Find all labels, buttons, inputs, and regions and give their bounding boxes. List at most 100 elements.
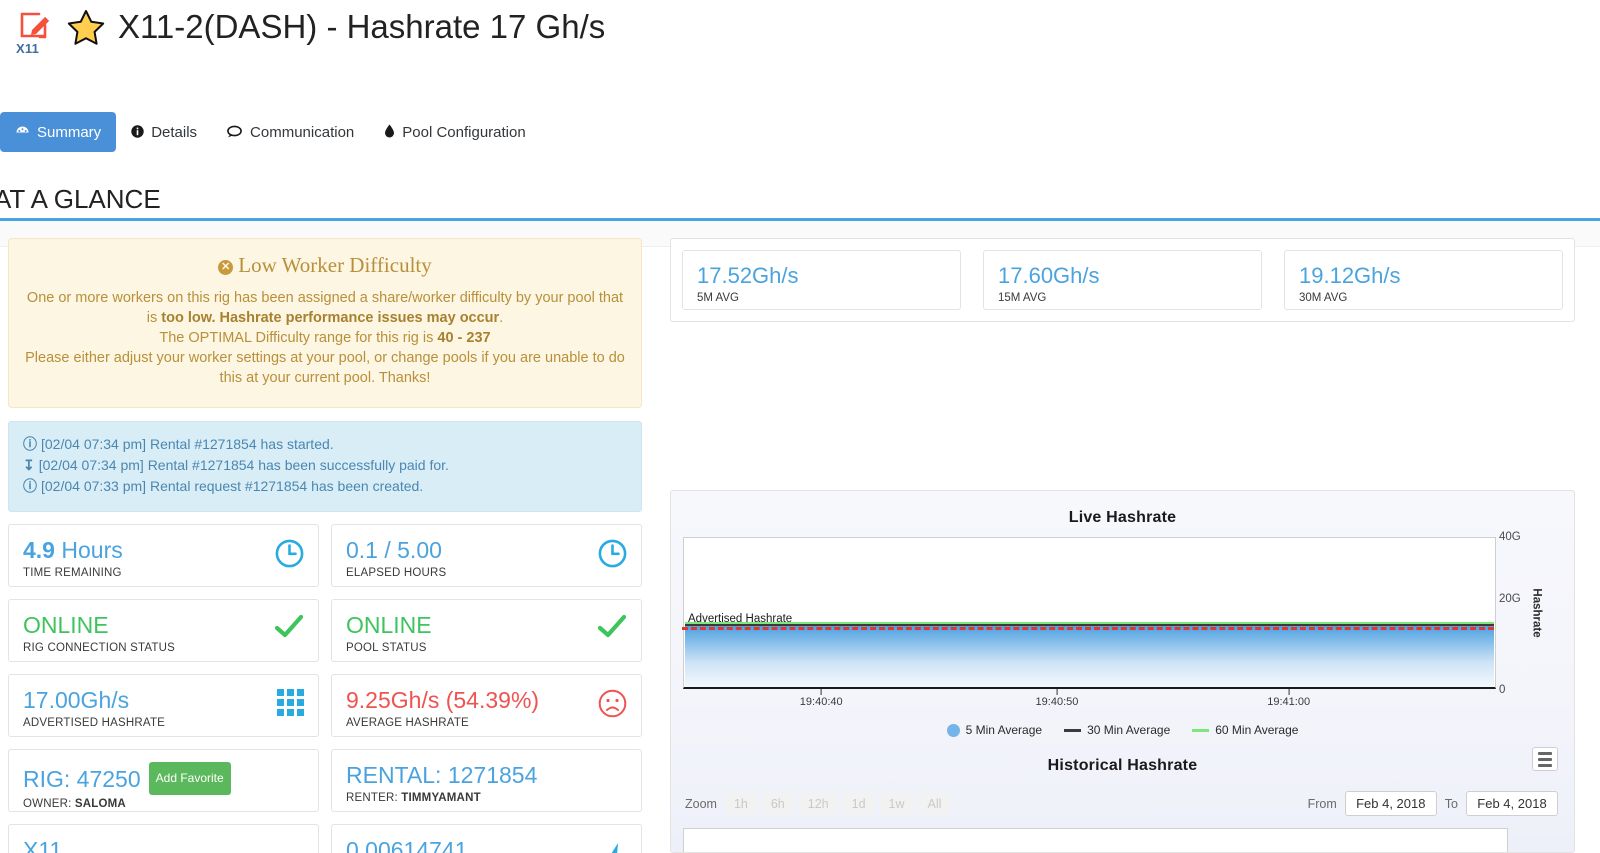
zoom-label: Zoom xyxy=(685,796,717,811)
tab-bar: Summary Details Communication Pool Confi… xyxy=(0,112,1600,153)
stat-card-elapsed-hours: 0.1 / 5.00 ELAPSED HOURS xyxy=(331,524,642,587)
grid-icon xyxy=(277,689,304,716)
historical-hashrate-title: Historical Hashrate xyxy=(1047,757,1198,774)
to-date-input[interactable]: Feb 4, 2018 xyxy=(1466,791,1558,816)
alert-line3: Please either adjust your worker setting… xyxy=(25,350,625,386)
low-worker-difficulty-alert: ✕ Low Worker Difficulty One or more worke… xyxy=(8,238,642,408)
legend-item-60-min-average[interactable]: 60 Min Average xyxy=(1192,723,1298,737)
x-tick-label: 19:40:40 xyxy=(799,696,843,708)
alert-body: One or more workers on this rig has been… xyxy=(25,288,625,388)
x-tick-label: 19:41:00 xyxy=(1267,696,1311,708)
x-tick-label: 19:40:50 xyxy=(1035,696,1079,708)
tab-details-label: Details xyxy=(151,123,198,141)
advertised-hashrate-line xyxy=(682,627,1494,630)
stat-value: X11 xyxy=(23,837,63,853)
edit-pencil-icon[interactable] xyxy=(19,8,53,40)
y-axis-title: Hashrate xyxy=(1530,587,1543,638)
clock-icon xyxy=(275,539,304,573)
dashboard-icon xyxy=(15,125,30,140)
x-tick: 19:41:00 xyxy=(1267,689,1310,708)
legend-dot-icon xyxy=(946,723,960,737)
legend-label: 30 Min Average xyxy=(1087,723,1171,737)
hashrate-average-panel: 17.52Gh/s 5M AVG 17.60Gh/s 15M AVG 19.12… xyxy=(670,238,1575,322)
rental-notifications: ⓘ [02/04 07:34 pm] Rental #1271854 has st… xyxy=(8,421,642,512)
stat-value-rest: Hours xyxy=(54,537,123,563)
stat-value: RENTAL: 1271854 xyxy=(346,762,538,788)
avg-card-5m: 17.52Gh/s 5M AVG xyxy=(682,250,961,310)
avg-value: 17.52Gh/s xyxy=(697,263,799,288)
zoom-option-12h[interactable]: 12h xyxy=(798,792,838,815)
list-item: ⓘ [02/04 07:33 pm] Rental request #127185… xyxy=(23,476,627,497)
stat-card-advertised-hashrate: 17.00Gh/s ADVERTISED HASHRATE xyxy=(8,674,319,737)
avg-label: 15M AVG xyxy=(998,292,1047,304)
avg-card-15m: 17.60Gh/s 15M AVG xyxy=(983,250,1262,310)
legend-label: 60 Min Average xyxy=(1215,723,1299,737)
stat-value-rest: RIG: 47250 xyxy=(23,766,141,792)
info-icon: ⓘ xyxy=(23,478,37,494)
zoom-option-all[interactable]: All xyxy=(918,792,951,815)
stat-value: 0.00614741 xyxy=(346,837,468,853)
error-circle-icon: ✕ xyxy=(218,260,234,275)
chat-bubble-icon xyxy=(227,125,243,140)
download-icon: ↧ xyxy=(23,457,35,473)
live-hashrate-title: Live Hashrate xyxy=(1068,509,1177,526)
hamburger-menu-icon[interactable] xyxy=(1532,747,1558,771)
stat-label: OWNER: SALOMA xyxy=(23,798,304,810)
alert-line1c: . xyxy=(499,310,504,326)
clock-icon xyxy=(598,539,627,573)
to-label: To xyxy=(1444,796,1458,811)
historical-chart-svg xyxy=(684,829,1507,853)
historical-hashrate-plot: Advertised Hashrate 20G xyxy=(683,828,1508,853)
stat-label: AVERAGE HASHRATE xyxy=(346,717,469,729)
tab-communication[interactable]: Communication xyxy=(212,112,369,152)
tab-pool-configuration-label: Pool Configuration xyxy=(402,123,526,141)
live-hashrate-plot: Advertised Hashrate 40G 20G 0 Hashrate xyxy=(682,531,1542,696)
stat-value: 4.9 Hours xyxy=(23,537,304,564)
live-hashrate-chart: Advertised Hashrate 40G 20G 0 Hashrate 1… xyxy=(682,531,1542,715)
notification-text: [02/04 07:33 pm] Rental request #1271854… xyxy=(41,478,424,494)
from-date-input[interactable]: Feb 4, 2018 xyxy=(1344,791,1437,816)
stat-label: ELAPSED HOURS xyxy=(346,567,447,579)
legend-line-icon xyxy=(1192,728,1210,732)
historical-chart-controls: Zoom 1h 6h 12h 1d 1w All From Feb 4, 201… xyxy=(671,791,1574,816)
stat-card-grid: 4.9 Hours TIME REMAINING 0.1 / 5.00 ELAP… xyxy=(8,524,642,853)
y-tick-0: 0 xyxy=(1499,684,1506,696)
stat-label: POOL STATUS xyxy=(346,642,427,654)
tab-pool-configuration[interactable]: Pool Configuration xyxy=(369,112,540,152)
check-icon xyxy=(597,614,627,645)
stat-card-algorithm: X11 xyxy=(8,824,319,853)
favorite-star-icon[interactable] xyxy=(66,8,106,51)
avg-label: 30M AVG xyxy=(1299,292,1348,304)
info-circle-icon xyxy=(131,124,144,140)
info-icon: ⓘ xyxy=(23,436,37,452)
tab-details[interactable]: Details xyxy=(116,112,212,152)
algo-badge: X11 xyxy=(14,6,58,56)
advertised-hashrate-label: Advertised Hashrate xyxy=(688,613,793,625)
live-chart-x-axis: 19:40:40 19:40:50 19:41:00 xyxy=(683,689,1496,715)
zoom-option-6h[interactable]: 6h xyxy=(761,792,794,815)
list-item: ↧ [02/04 07:34 pm] Rental #1271854 has be… xyxy=(23,455,627,476)
tab-summary[interactable]: Summary xyxy=(0,112,117,152)
notification-text: [02/04 07:34 pm] Rental #1271854 has sta… xyxy=(41,436,334,452)
stat-label: ADVERTISED HASHRATE xyxy=(23,717,166,729)
zoom-option-1h[interactable]: 1h xyxy=(724,792,757,815)
stat-label: TIME REMAINING xyxy=(23,567,122,579)
avg-label: 5M AVG xyxy=(697,292,739,304)
zoom-option-1d[interactable]: 1d xyxy=(842,792,875,815)
algo-sub-label: X11 xyxy=(16,41,40,56)
alert-line2b: 40 - 237 xyxy=(437,330,491,346)
from-label: From xyxy=(1307,796,1337,811)
live-chart-legend: 5 Min Average 30 Min Average 60 Min Aver… xyxy=(671,723,1574,737)
water-drop-icon xyxy=(384,124,395,140)
legend-item-30-min-average[interactable]: 30 Min Average xyxy=(1064,723,1170,737)
stat-label: RENTER: TIMMYAMANT xyxy=(346,792,627,804)
stat-card-rental: RENTAL: 1271854 RENTER: TIMMYAMANT xyxy=(331,749,642,812)
add-favorite-button[interactable]: Add Favorite xyxy=(148,762,231,795)
legend-item-5-min-average[interactable]: 5 Min Average xyxy=(946,723,1043,737)
alert-line1b: too low. Hashrate performance issues may… xyxy=(161,310,500,326)
historical-hashrate-header: Historical Hashrate xyxy=(671,747,1574,775)
stat-card-rig-connection-status: ONLINE RIG CONNECTION STATUS xyxy=(8,599,319,662)
legend-label: 5 Min Average xyxy=(965,723,1043,737)
zoom-option-1w[interactable]: 1w xyxy=(879,792,914,815)
x-tick: 19:40:50 xyxy=(1035,689,1079,708)
